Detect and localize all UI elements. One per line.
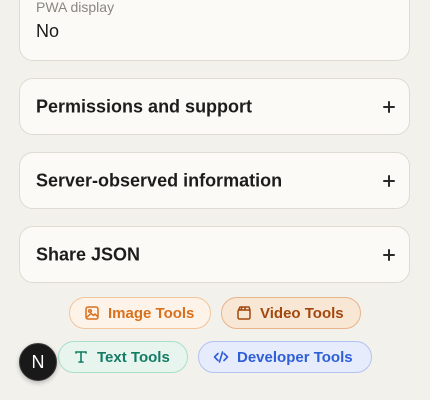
plus-icon[interactable] — [383, 174, 395, 187]
accordion-title: Server-observed information — [36, 170, 283, 190]
text-tools-label: Text Tools — [97, 348, 170, 366]
video-tools-link[interactable]: Video Tools — [221, 297, 361, 329]
accordion-title: Permissions and support — [36, 96, 253, 116]
plus-icon[interactable] — [383, 248, 395, 261]
text-icon — [75, 351, 87, 363]
video-icon — [237, 306, 251, 320]
developer-tools-link[interactable]: Developer Tools — [198, 341, 372, 373]
pwa-display-label: PWA display — [36, 0, 115, 15]
image-icon — [85, 306, 99, 320]
accordion-permissions-and-support[interactable]: Permissions and support — [19, 78, 410, 135]
avatar-initial: N — [31, 351, 45, 372]
image-tools-link[interactable]: Image Tools — [69, 297, 211, 329]
developer-tools-label: Developer Tools — [237, 348, 353, 366]
video-tools-label: Video Tools — [260, 304, 344, 322]
accordion-server-observed-information[interactable]: Server-observed information — [19, 152, 410, 209]
plus-icon[interactable] — [383, 100, 395, 113]
text-tools-link[interactable]: Text Tools — [58, 341, 188, 373]
image-tools-label: Image Tools — [108, 304, 195, 322]
accordion-title: Share JSON — [36, 244, 141, 264]
avatar[interactable]: N — [19, 343, 57, 381]
pwa-display-card: PWA display No — [19, 0, 410, 61]
accordion-share-json[interactable]: Share JSON — [19, 226, 410, 283]
code-icon — [213, 351, 229, 363]
pwa-display-value: No — [36, 21, 60, 41]
